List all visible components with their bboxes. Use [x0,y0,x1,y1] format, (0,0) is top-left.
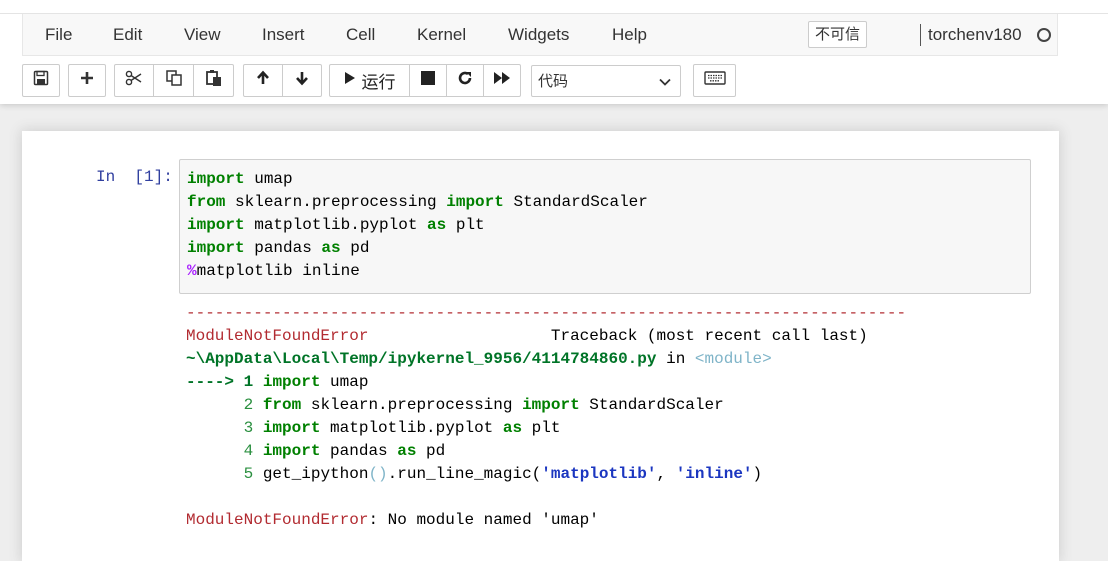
fast-forward-icon [493,71,511,90]
run-button[interactable]: 运行 [329,64,410,97]
save-group [22,64,60,97]
not-trusted-button[interactable]: 不可信 [808,21,868,48]
code-line: import matplotlib.pyplot as plt [187,216,485,234]
cut-button[interactable] [114,64,154,97]
chevron-down-icon [658,75,672,94]
code-line: %matplotlib inline [187,262,360,280]
menu-kernel[interactable]: Kernel [417,14,466,56]
restart-icon [457,70,473,91]
paste-icon [205,69,223,92]
edit-group [114,64,234,97]
interrupt-button[interactable] [409,64,447,97]
move-group [243,64,322,97]
menu-insert[interactable]: Insert [262,14,305,56]
arrow-up-icon [255,70,271,91]
scissors-icon [125,70,143,91]
code-cell-input[interactable]: import umap from sklearn.preprocessing im… [179,159,1031,294]
copy-icon [165,69,183,92]
save-icon [33,70,49,91]
insert-cell-button[interactable] [68,64,106,97]
traceback-separator: ----------------------------------------… [186,304,907,322]
command-palette-button[interactable] [693,64,736,97]
menu-widgets[interactable]: Widgets [508,14,569,56]
menu-cell[interactable]: Cell [346,14,375,56]
traceback-line: 2 from sklearn.preprocessing import Stan… [243,396,724,414]
run-label: 运行 [361,73,396,92]
menu-help[interactable]: Help [612,14,647,56]
code-line: import pandas as pd [187,239,370,257]
run-group: 运行 [329,64,521,97]
paste-button[interactable] [193,64,234,97]
error-message: ModuleNotFoundError: No module named 'um… [186,511,599,529]
traceback-line: 5 get_ipython().run_line_magic('matplotl… [243,465,763,483]
menu-file[interactable]: File [45,14,72,56]
plus-icon [79,70,95,91]
code-editor[interactable]: import umap from sklearn.preprocessing im… [187,168,648,283]
play-icon [344,71,356,90]
move-down-button[interactable] [282,64,322,97]
traceback-line: ----> 1 import umap [186,373,369,391]
notebook-header: File Edit View Insert Cell Kernel Widget… [0,0,1108,104]
code-line: from sklearn.preprocessing import Standa… [187,193,648,211]
restart-button[interactable] [446,64,484,97]
traceback-location: ~\AppData\Local\Temp/ipykernel_9956/4114… [186,350,772,368]
keyboard-group [693,64,736,97]
cell-output-traceback: ----------------------------------------… [186,302,906,532]
save-button[interactable] [22,64,60,97]
move-up-button[interactable] [243,64,283,97]
code-line: import umap [187,170,293,188]
kernel-separator [920,24,921,46]
menu-bar: File Edit View Insert Cell Kernel Widget… [22,14,1058,56]
top-bar [0,0,1108,14]
traceback-line: 3 import matplotlib.pyplot as plt [243,419,561,437]
menu-edit[interactable]: Edit [113,14,142,56]
restart-run-all-button[interactable] [483,64,521,97]
menu-view[interactable]: View [184,14,221,56]
cell-type-select[interactable]: 代码 [531,65,681,97]
input-prompt: In [1]: [96,168,173,186]
insert-group [68,64,106,97]
traceback-header: ModuleNotFoundError Traceback (most rece… [186,327,868,345]
kernel-idle-indicator-icon [1037,28,1051,42]
kernel-name[interactable]: torchenv180 [928,14,1022,56]
copy-button[interactable] [153,64,194,97]
arrow-down-icon [294,70,310,91]
stop-icon [421,71,435,90]
keyboard-icon [703,71,726,90]
cell-type-value: 代码 [538,73,569,90]
traceback-line: 4 import pandas as pd [243,442,446,460]
